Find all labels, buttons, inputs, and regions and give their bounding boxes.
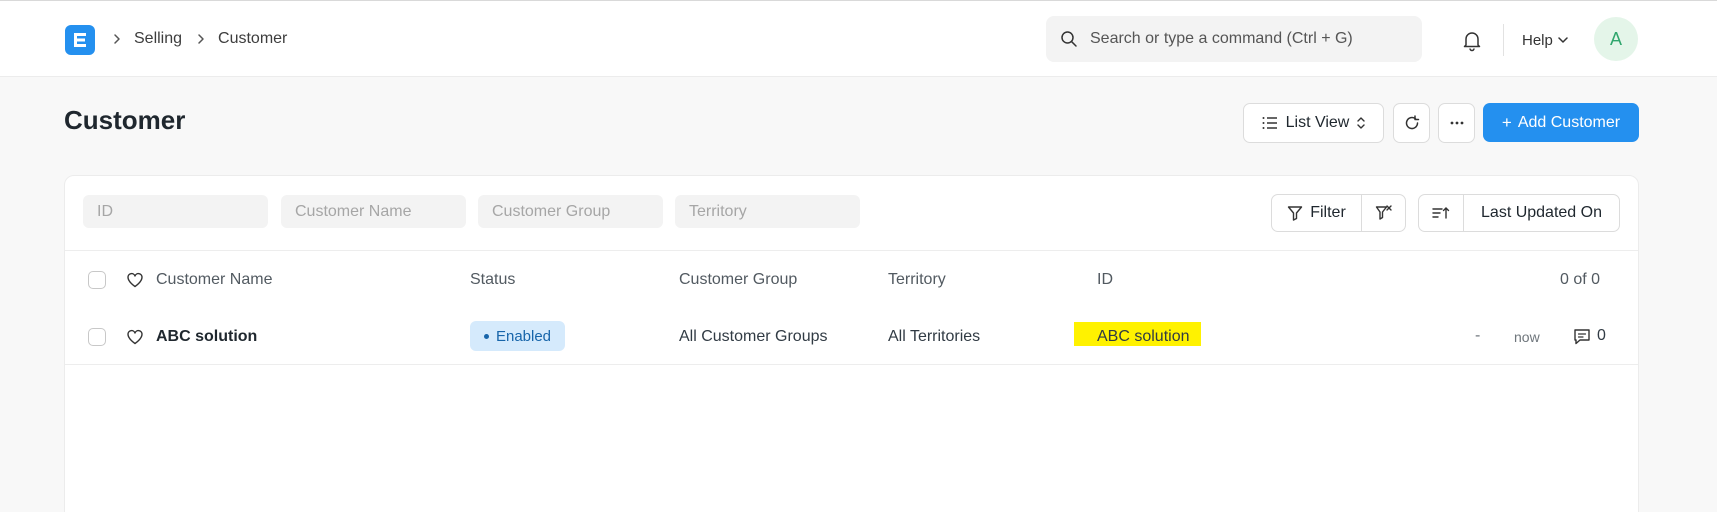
page-title: Customer xyxy=(64,105,186,135)
filter-label: Filter xyxy=(1310,204,1346,221)
help-dropdown[interactable]: Help xyxy=(1522,28,1568,52)
row-count: 0 of 0 xyxy=(1560,271,1601,288)
search-icon xyxy=(1060,30,1078,48)
comment-count-label: 0 xyxy=(1597,327,1606,344)
filter-clear-icon xyxy=(1375,204,1393,222)
divider xyxy=(65,364,1638,365)
refresh-icon xyxy=(1404,115,1420,131)
filter-icon xyxy=(1287,205,1303,221)
navbar: Selling Customer Help A xyxy=(0,0,1717,77)
select-all-checkbox[interactable] xyxy=(88,271,106,289)
customer-group-cell[interactable]: All Customer Groups xyxy=(679,328,828,346)
customer-name-filter-input[interactable] xyxy=(281,195,466,228)
app-logo[interactable] xyxy=(65,25,95,55)
help-label: Help xyxy=(1522,31,1553,49)
id-cell[interactable]: ABC solution xyxy=(1097,328,1190,346)
more-actions-button[interactable] xyxy=(1438,103,1475,143)
modified-time: now xyxy=(1514,329,1540,345)
heart-icon[interactable] xyxy=(126,328,144,346)
territory-filter-input[interactable] xyxy=(675,195,860,228)
sort-by-button[interactable]: Last Updated On xyxy=(1463,195,1619,231)
id-filter-input[interactable] xyxy=(83,195,268,228)
comment-count[interactable]: 0 xyxy=(1573,327,1606,345)
header-id[interactable]: ID xyxy=(1097,271,1113,289)
search-input[interactable] xyxy=(1090,30,1410,48)
filter-button[interactable]: Filter xyxy=(1272,195,1361,231)
add-customer-button[interactable]: + Add Customer xyxy=(1483,103,1639,142)
breadcrumb: Selling Customer xyxy=(112,27,301,51)
sort-updown-icon xyxy=(1357,116,1366,130)
status-badge[interactable]: Enabled xyxy=(470,321,565,351)
avatar[interactable]: A xyxy=(1594,17,1638,61)
search-bar[interactable] xyxy=(1046,16,1422,62)
sort-order-button[interactable] xyxy=(1419,195,1463,231)
territory-cell[interactable]: All Territories xyxy=(888,328,980,346)
navbar-divider xyxy=(1503,24,1504,56)
breadcrumb-customer[interactable]: Customer xyxy=(218,30,287,48)
divider xyxy=(65,250,1638,251)
sort-group: Last Updated On xyxy=(1418,194,1620,232)
list-view-button[interactable]: List View xyxy=(1243,103,1384,143)
header-status[interactable]: Status xyxy=(470,271,515,289)
chevron-right-icon xyxy=(196,33,206,45)
more-horizontal-icon xyxy=(1450,121,1464,125)
header-customer-group[interactable]: Customer Group xyxy=(679,271,797,289)
chevron-down-icon xyxy=(1558,36,1568,44)
refresh-button[interactable] xyxy=(1393,103,1430,143)
status-label: Enabled xyxy=(495,327,552,345)
row-checkbox[interactable] xyxy=(88,328,106,346)
header-territory[interactable]: Territory xyxy=(888,271,946,289)
breadcrumb-selling[interactable]: Selling xyxy=(134,30,182,48)
placeholder-dash: - xyxy=(1475,327,1481,344)
plus-icon: + xyxy=(1501,112,1512,132)
sort-ascending-icon xyxy=(1432,205,1450,221)
notification-bell-icon[interactable] xyxy=(1460,28,1484,52)
customer-group-filter-input[interactable] xyxy=(478,195,663,228)
erpnext-logo-icon xyxy=(74,33,86,47)
clear-filter-button[interactable] xyxy=(1361,195,1405,231)
customer-name-link[interactable]: ABC solution xyxy=(156,328,257,346)
list-view-label: List View xyxy=(1285,114,1350,131)
list-icon xyxy=(1262,116,1278,130)
filter-group: Filter xyxy=(1271,194,1406,232)
status-dot-icon xyxy=(483,333,489,339)
add-customer-label: Add Customer xyxy=(1517,113,1621,131)
header-customer-name[interactable]: Customer Name xyxy=(156,271,272,289)
list-card: Filter Last Updated On Customer Name Sta… xyxy=(64,175,1639,512)
comment-icon xyxy=(1574,328,1590,344)
heart-icon[interactable] xyxy=(126,271,144,289)
chevron-right-icon xyxy=(112,33,122,45)
